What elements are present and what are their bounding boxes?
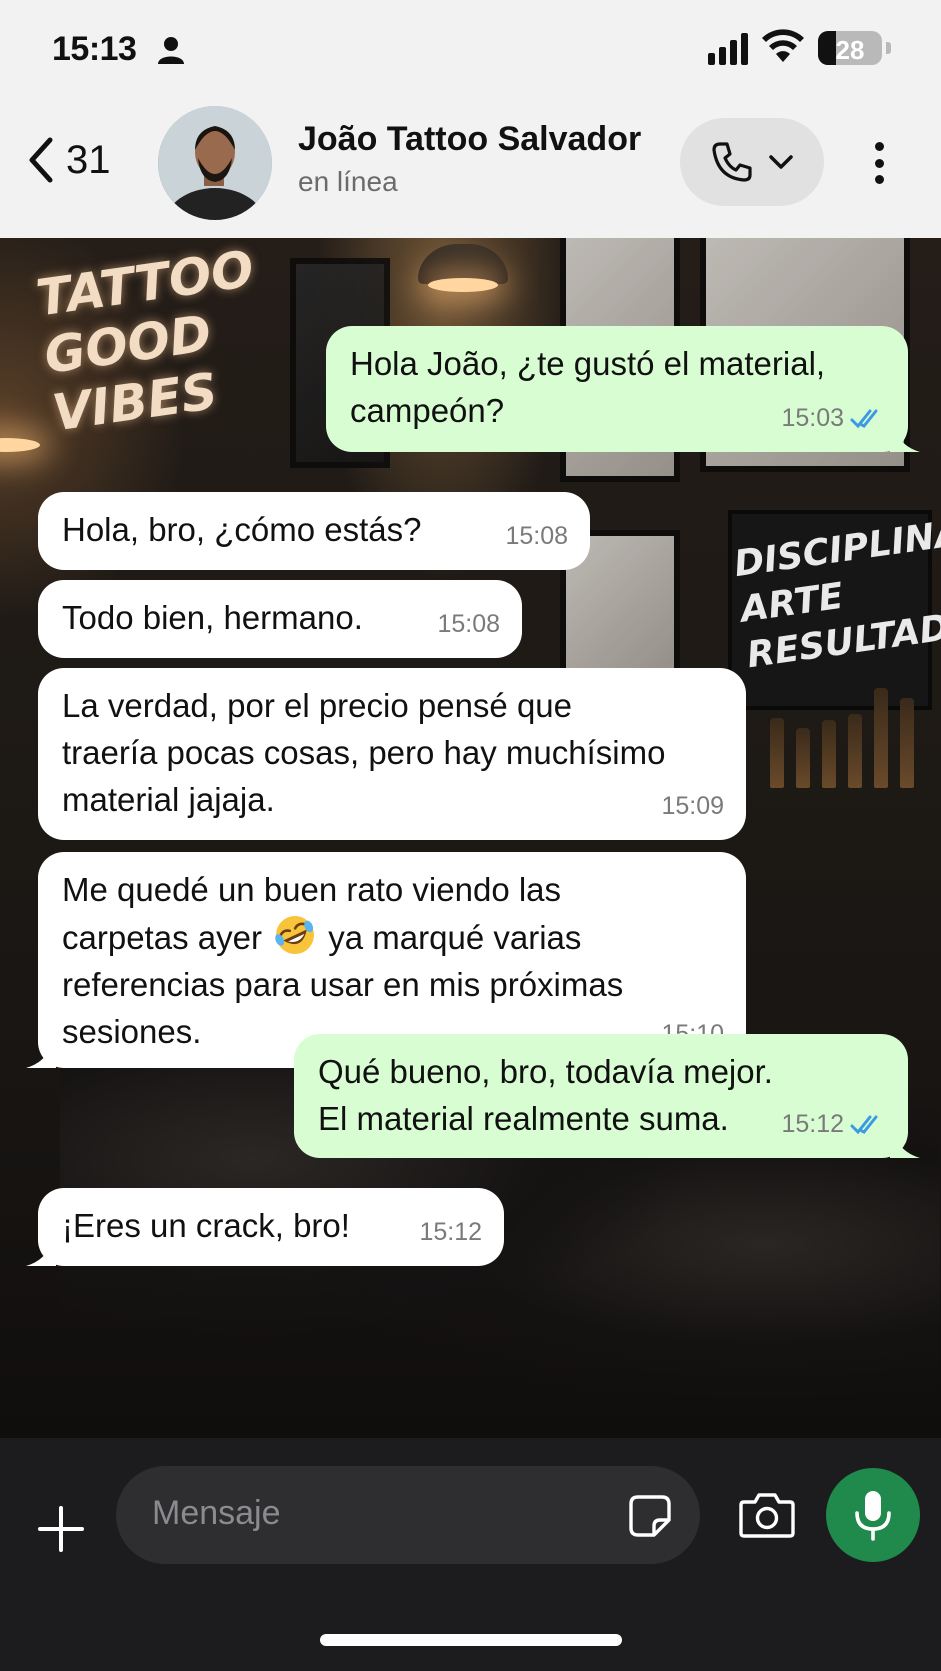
chalkboard-text: DISCIPLINA ARTE RESULTADOS (731, 512, 941, 677)
status-icons: 28 (708, 28, 891, 67)
message-text: ¡Eres un crack, bro! (62, 1207, 350, 1244)
message-meta: 15:03 (781, 395, 886, 442)
camera-icon (739, 1493, 795, 1538)
contact-name[interactable]: João Tattoo Salvador (298, 120, 641, 159)
neon-sign: TATTOO GOOD VIBES (32, 239, 258, 443)
message-meta: 15:12 (781, 1101, 886, 1148)
avatar-photo (158, 106, 272, 220)
message-text: Hola, bro, ¿cómo estás? (62, 511, 422, 548)
message-bubble-incoming[interactable]: La verdad, por el precio pensé que traer… (38, 668, 746, 840)
attach-button[interactable] (36, 1504, 86, 1554)
sticker-icon (629, 1495, 671, 1537)
chevron-left-icon (29, 137, 53, 183)
message-meta: 15:12 (419, 1209, 482, 1256)
message-time: 15:08 (505, 522, 568, 550)
message-text: Todo bien, hermano. (62, 599, 363, 636)
chevron-down-icon (769, 155, 793, 169)
microphone-icon (855, 1491, 891, 1541)
bubble-tail (26, 1242, 56, 1266)
message-bubble-outgoing[interactable]: Qué bueno, bro, todavía mejor. El materi… (294, 1034, 920, 1158)
rolling-on-floor-laughing-emoji-icon (275, 916, 315, 954)
message-time: 15:12 (781, 1110, 844, 1138)
lamp-glow (0, 438, 40, 452)
person-icon (158, 36, 184, 69)
status-time: 15:13 (52, 30, 137, 68)
message-meta: 15:08 (437, 601, 500, 648)
message-bubble-incoming[interactable]: Todo bien, hermano. 15:08 (38, 580, 522, 658)
home-indicator[interactable] (320, 1634, 622, 1646)
camera-button[interactable] (738, 1490, 796, 1540)
battery-icon: 28 (818, 30, 882, 65)
message-bubble-outgoing[interactable]: Hola João, ¿te gustó el material, campeó… (326, 326, 920, 452)
lamp-glow (428, 278, 498, 292)
phone-icon (712, 142, 752, 182)
more-options-button[interactable] (862, 138, 896, 188)
chat-header: 31 João Tattoo Salvador en línea (0, 100, 941, 238)
message-bubble-incoming[interactable]: ¡Eres un crack, bro! 15:12 (26, 1188, 504, 1266)
message-time: 15:12 (419, 1218, 482, 1246)
voice-message-button[interactable] (826, 1468, 920, 1562)
message-time: 15:08 (437, 610, 500, 638)
message-time: 15:09 (661, 792, 724, 820)
message-input-placeholder: Mensaje (152, 1494, 281, 1532)
message-text: Me quedé un buen rato viendo las carpeta… (62, 866, 722, 1055)
double-check-read-icon (850, 1115, 878, 1134)
back-button[interactable]: 31 (26, 136, 111, 184)
battery-cap (886, 41, 891, 54)
message-meta: 15:09 (661, 783, 724, 830)
contact-status: en línea (298, 166, 398, 197)
message-time: 15:03 (781, 404, 844, 432)
avatar[interactable] (158, 106, 272, 220)
message-text: La verdad, por el precio pensé que traer… (62, 687, 666, 818)
message-bubble-incoming[interactable]: Hola, bro, ¿cómo estás? 15:08 (38, 492, 590, 570)
status-bar: 15:13 28 (0, 0, 941, 100)
wifi-icon (762, 28, 804, 67)
double-check-read-icon (850, 409, 878, 428)
plus-icon (38, 1506, 84, 1552)
message-input[interactable]: Mensaje (116, 1466, 700, 1564)
battery-level: 28 (835, 34, 865, 65)
bubble-tail (26, 1044, 56, 1068)
message-meta: 15:08 (505, 513, 568, 560)
unread-count: 31 (66, 137, 111, 182)
message-input-bar: Mensaje (0, 1438, 941, 1671)
cellular-signal-icon (708, 31, 748, 65)
call-button[interactable] (680, 118, 824, 206)
bottles-shelf (770, 678, 940, 788)
bubble-tail (890, 1134, 920, 1158)
bubble-tail (890, 428, 920, 452)
chat-area[interactable]: TATTOO GOOD VIBES DISCIPLINA ARTE RESULT… (0, 238, 941, 1438)
sticker-button[interactable] (628, 1494, 672, 1538)
